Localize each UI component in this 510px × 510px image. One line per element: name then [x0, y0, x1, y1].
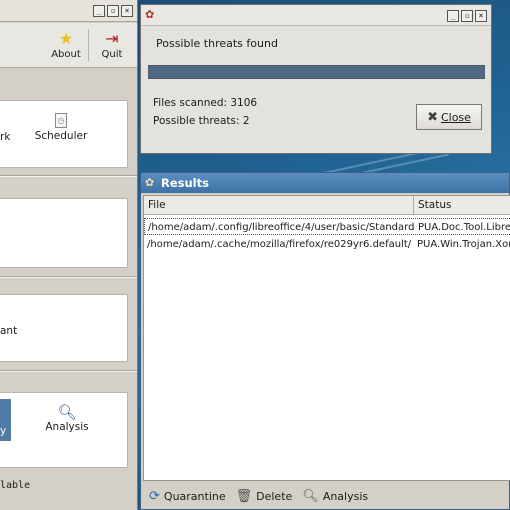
quit-label: Quit	[101, 49, 123, 60]
close-label: Close	[440, 110, 471, 124]
minimize-button[interactable]: _	[93, 5, 105, 17]
scheduler-label: Scheduler	[34, 130, 88, 142]
minimize-button[interactable]: _	[447, 10, 459, 22]
results-title: Results	[161, 176, 209, 190]
quarantine-label: Quarantine	[163, 490, 226, 503]
analysis-label: Analysis	[322, 490, 369, 503]
progress-fill	[149, 66, 484, 78]
maximize-button[interactable]: ▫	[107, 5, 119, 17]
quarantine-panel: ant	[0, 294, 128, 362]
possible-threats: Possible threats: 2	[153, 115, 250, 127]
close-icon: ✖	[427, 109, 438, 125]
magnifier-icon: 🔍︎	[57, 403, 77, 421]
refresh-arrows-icon: ⟳	[149, 489, 160, 504]
results-footer: ⟳ Quarantine 🗑︎ Delete 🔍︎ Analysis	[143, 483, 510, 510]
status-text: lable	[0, 480, 31, 491]
analysis-button[interactable]: 🔍︎ Analysis	[302, 489, 368, 504]
status-cell: PUA.Win.Trojan.Xor	[417, 239, 510, 250]
exit-door-icon: ⇥	[105, 29, 119, 48]
analysis-panel-label: Analysis	[45, 421, 89, 433]
toolbar-separator	[88, 29, 89, 61]
about-label: About	[51, 49, 81, 60]
settings-panel	[0, 198, 128, 268]
history-panel: y 🔍︎ Analysis	[0, 392, 128, 468]
scan-titlebar: ✿ _ ▫ ×	[141, 5, 491, 26]
clamtk-app-icon: ✿	[145, 176, 155, 189]
scan-progress-bar	[148, 65, 485, 79]
column-header-status[interactable]: Status	[414, 196, 510, 215]
history-label: y	[0, 425, 7, 437]
magnifier-icon: 🔍︎	[302, 489, 319, 504]
section-divider	[0, 370, 137, 372]
maximize-button[interactable]: ▫	[461, 10, 473, 22]
close-button[interactable]: ✖ Close	[416, 104, 482, 130]
results-titlebar: ✿ Results	[141, 173, 509, 193]
scheduler-item[interactable]: ◷ Scheduler	[33, 113, 89, 142]
file-cell: /home/adam/.config/libreoffice/4/user/ba…	[148, 222, 415, 233]
results-window: ✿ Results File Status /home/adam/.config…	[140, 172, 510, 510]
star-icon: ★	[58, 29, 74, 48]
delete-button[interactable]: 🗑︎ Delete	[236, 489, 293, 504]
main-titlebar: _ ▫ ×	[0, 0, 137, 22]
delete-label: Delete	[256, 490, 293, 503]
quarantine-button[interactable]: ⟳ Quarantine	[149, 489, 226, 504]
table-row[interactable]: /home/adam/.config/libreoffice/4/user/ba…	[144, 218, 510, 235]
section-divider	[0, 276, 137, 278]
trash-can-icon: 🗑︎	[235, 489, 253, 504]
column-header-file[interactable]: File	[144, 196, 414, 215]
clamtk-app-icon: ✿	[145, 8, 155, 21]
quit-button[interactable]: ⇥ Quit	[97, 29, 127, 60]
history-item[interactable]: y	[0, 399, 11, 441]
about-button[interactable]: ★ About	[48, 29, 84, 60]
quarantine-panel-label: ant	[0, 325, 18, 337]
main-toolbar: ★ About ⇥ Quit	[0, 23, 137, 68]
network-label: rk	[0, 131, 11, 143]
network-item[interactable]: rk	[0, 131, 10, 143]
analysis-item[interactable]: 🔍︎ Analysis	[42, 403, 92, 433]
scan-dialog: ✿ _ ▫ × Possible threats found Files sca…	[140, 4, 492, 154]
scan-message: Possible threats found	[156, 37, 278, 50]
results-table: File Status /home/adam/.config/libreoffi…	[143, 195, 510, 481]
scheduler-doc-icon: ◷	[55, 113, 67, 128]
quarantine-item[interactable]: ant	[0, 325, 17, 337]
file-cell: /home/adam/.cache/mozilla/firefox/re029y…	[147, 239, 412, 250]
files-scanned: Files scanned: 3106	[153, 97, 258, 109]
table-row[interactable]: /home/adam/.cache/mozilla/firefox/re029y…	[144, 236, 510, 253]
status-cell: PUA.Doc.Tool.Libre	[418, 222, 510, 233]
tools-panel: rk ◷ Scheduler	[0, 100, 128, 168]
close-window-button[interactable]: ×	[475, 10, 487, 22]
section-divider	[0, 175, 137, 177]
main-window: _ ▫ × ★ About ⇥ Quit rk ◷ Scheduler ant	[0, 0, 138, 510]
close-window-button[interactable]: ×	[121, 5, 133, 17]
